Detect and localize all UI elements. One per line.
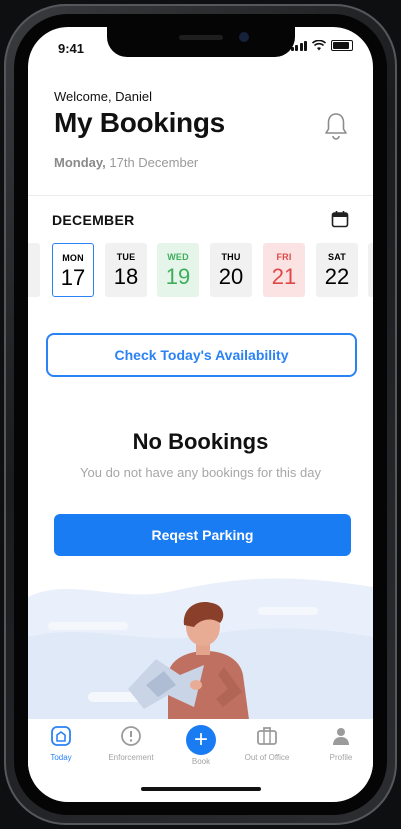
day-name: WED bbox=[167, 252, 189, 262]
day-wed[interactable]: WED 19 bbox=[157, 243, 199, 297]
day-thu[interactable]: THU 20 bbox=[210, 243, 252, 297]
day-name: MON bbox=[62, 253, 84, 263]
tab-label: Profile bbox=[329, 753, 353, 762]
current-date: Monday, 17th December bbox=[54, 155, 198, 170]
person-with-map-illustration bbox=[28, 578, 373, 727]
divider bbox=[28, 195, 373, 196]
day-date: 22 bbox=[324, 264, 350, 289]
battery-icon bbox=[331, 40, 353, 51]
day-fri[interactable]: FRI 21 bbox=[263, 243, 305, 297]
day-date: 20 bbox=[218, 264, 244, 289]
day-sat[interactable]: SAT 22 bbox=[316, 243, 358, 297]
day-date: 17 bbox=[60, 265, 86, 290]
speaker bbox=[179, 35, 223, 40]
day-name: FRI bbox=[276, 252, 292, 262]
status-icons bbox=[290, 40, 353, 51]
tab-label: Enforcement bbox=[108, 753, 154, 762]
day-name: TUE bbox=[116, 252, 136, 262]
tab-label: Out of Office bbox=[244, 753, 290, 762]
day-prev-partial[interactable] bbox=[28, 243, 40, 297]
date-strip: MON 17 TUE 18 WED 19 THU 20 FRI 21 SAT 2… bbox=[28, 243, 373, 297]
bottom-tab-bar: Today Enforcement + Book Out of Office P… bbox=[28, 719, 373, 779]
day-next-partial[interactable] bbox=[368, 243, 373, 297]
month-label: DECEMBER bbox=[52, 212, 135, 228]
welcome-text: Welcome, Daniel bbox=[54, 89, 153, 104]
day-date: 18 bbox=[113, 264, 139, 289]
tab-profile[interactable]: Profile bbox=[308, 725, 373, 762]
notch bbox=[107, 27, 295, 57]
wifi-icon bbox=[312, 40, 326, 51]
bell-icon[interactable] bbox=[323, 111, 349, 141]
app-screen: 9:41 Welcome, Daniel My Bookings Monday,… bbox=[28, 27, 373, 802]
day-date: 19 bbox=[165, 264, 191, 289]
tab-enforcement[interactable]: Enforcement bbox=[98, 725, 164, 762]
status-time: 9:41 bbox=[58, 41, 85, 56]
page-title: My Bookings bbox=[54, 107, 225, 138]
date-day: Monday, bbox=[54, 155, 106, 170]
home-icon bbox=[51, 726, 71, 746]
day-name: THU bbox=[221, 252, 241, 262]
front-camera bbox=[239, 32, 249, 42]
alert-circle-icon bbox=[121, 726, 141, 746]
tab-book[interactable]: + Book bbox=[168, 725, 234, 766]
tab-label: Book bbox=[191, 757, 211, 766]
tab-today[interactable]: Today bbox=[28, 725, 94, 762]
tab-out-of-office[interactable]: Out of Office bbox=[234, 725, 300, 762]
day-date: 21 bbox=[271, 264, 297, 289]
briefcase-icon bbox=[257, 727, 277, 745]
home-indicator[interactable] bbox=[141, 787, 261, 791]
tab-label: Today bbox=[50, 753, 72, 762]
plus-icon: + bbox=[186, 725, 216, 755]
day-tue[interactable]: TUE 18 bbox=[105, 243, 147, 297]
date-rest: 17th December bbox=[105, 155, 199, 170]
user-icon bbox=[333, 728, 349, 745]
empty-state-subtitle: You do not have any bookings for this da… bbox=[80, 465, 321, 480]
calendar-icon[interactable] bbox=[331, 210, 349, 228]
request-parking-button[interactable]: Reqest Parking bbox=[54, 514, 351, 556]
day-name: SAT bbox=[328, 252, 346, 262]
day-mon[interactable]: MON 17 bbox=[52, 243, 94, 297]
empty-state-title: No Bookings bbox=[132, 429, 269, 454]
check-availability-button[interactable]: Check Today's Availability bbox=[46, 333, 357, 377]
